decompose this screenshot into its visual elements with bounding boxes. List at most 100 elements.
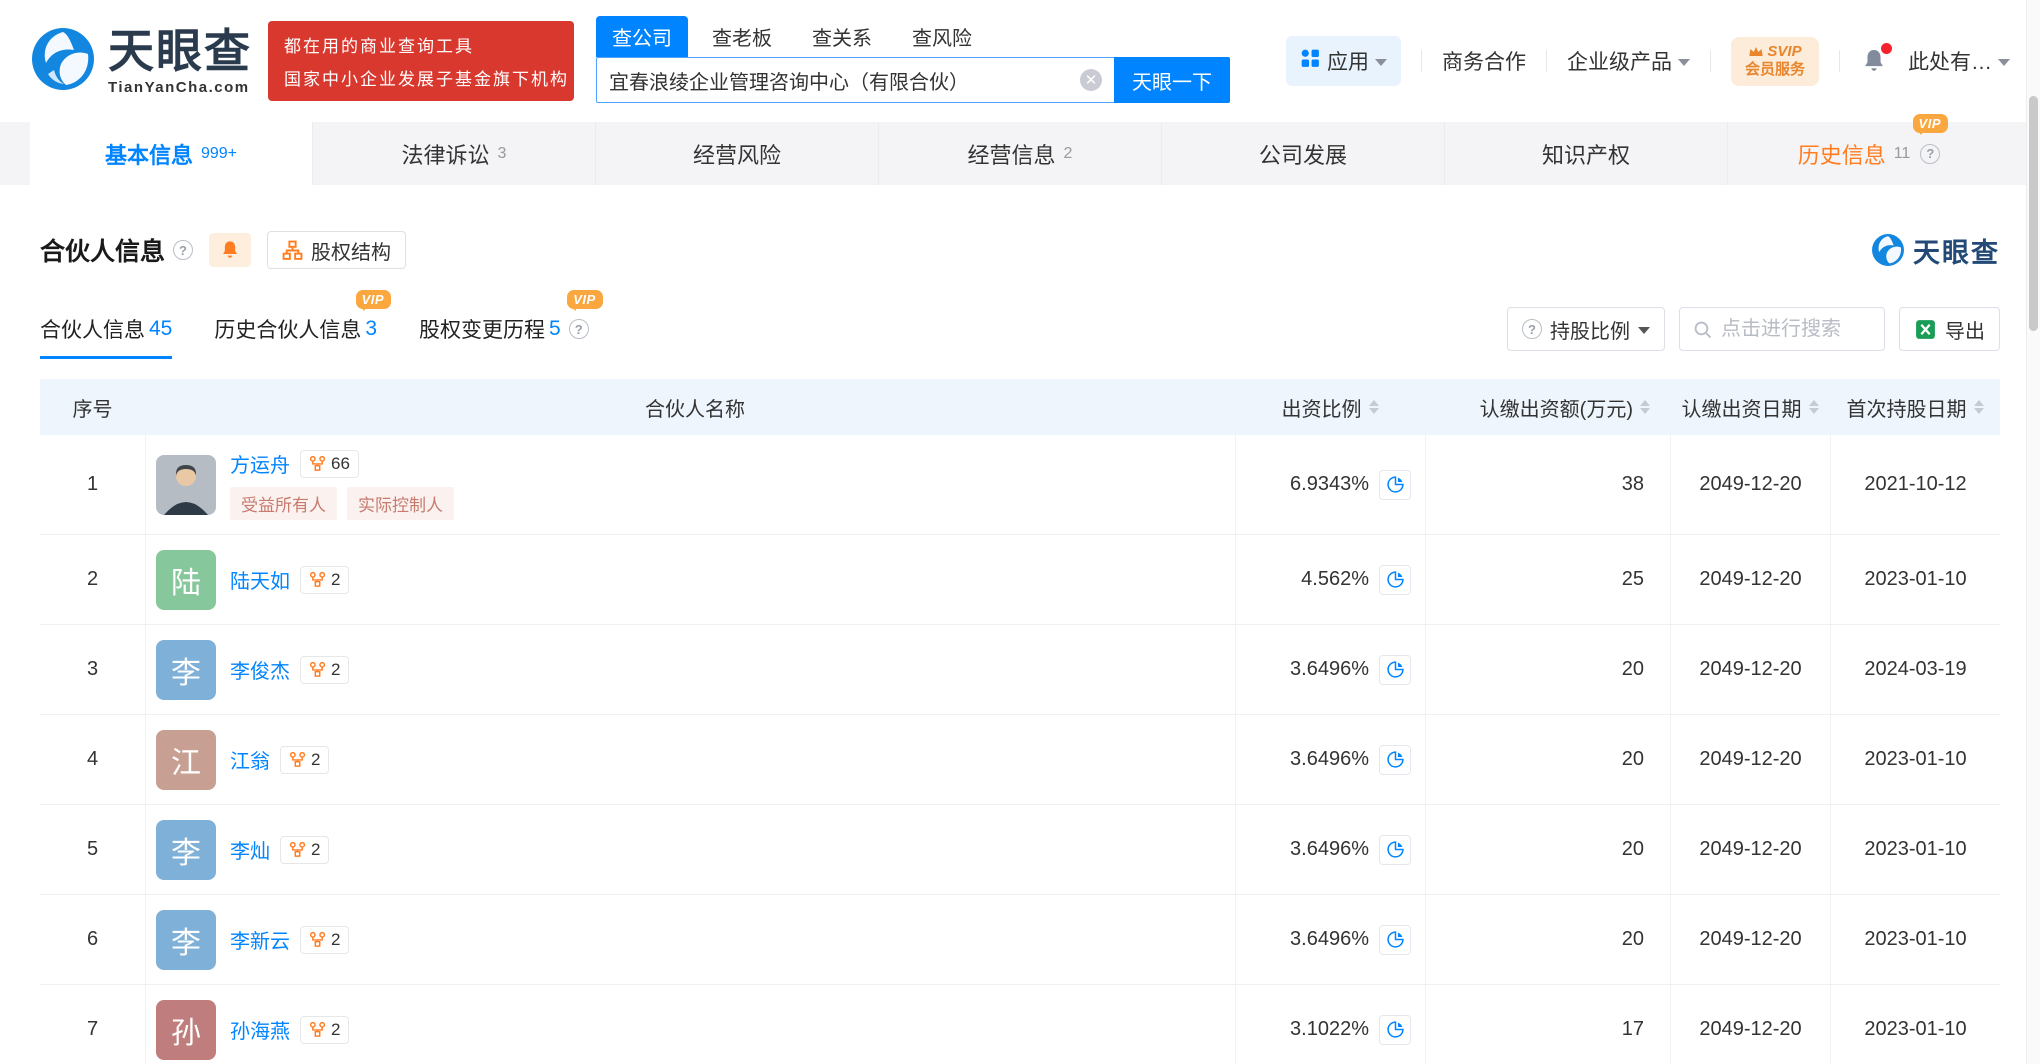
notification-bell[interactable] (1860, 43, 1892, 75)
ratio-value: 3.6496% (1290, 658, 1369, 680)
sort-icon[interactable] (1640, 400, 1650, 414)
partner-letter-avatar[interactable]: 李 (156, 909, 216, 970)
partner-name-link[interactable]: 李灿 (230, 835, 270, 864)
ratio-value: 4.562% (1301, 568, 1369, 590)
nav-tab-5[interactable]: 知识产权 (1444, 122, 1727, 185)
tianyancha-logo[interactable]: 天眼查 TianYanCha.com (30, 26, 252, 97)
pie-chart-button[interactable] (1379, 744, 1411, 775)
nav-tab-count: 2 (1063, 144, 1073, 162)
partner-letter-avatar[interactable]: 孙 (156, 999, 216, 1060)
apps-menu[interactable]: 应用 (1285, 36, 1401, 86)
pie-chart-button[interactable] (1379, 654, 1411, 685)
relation-count-badge[interactable]: 2 (280, 745, 330, 774)
partner-photo (156, 454, 216, 515)
ratio-value: 3.6496% (1290, 748, 1369, 770)
partner-name-link[interactable]: 李新云 (230, 925, 290, 954)
relation-count-badge[interactable]: 2 (280, 835, 330, 864)
partner-name-link[interactable]: 江翁 (230, 745, 270, 774)
nav-tab-1[interactable]: 法律诉讼 3 (312, 122, 595, 185)
search-button[interactable]: 天眼一下 (1114, 57, 1230, 103)
nav-tab-label: 经营风险 (692, 142, 781, 168)
subscribe-bell-button[interactable] (209, 233, 252, 267)
tianyancha-watermark-icon (1872, 234, 1904, 266)
business-cooperation-link[interactable]: 商务合作 (1442, 46, 1526, 76)
col-header-subscribe-date[interactable]: 认缴出资日期 (1670, 393, 1830, 422)
enterprise-products-menu[interactable]: 企业级产品 (1567, 46, 1690, 76)
partner-letter-avatar[interactable]: 李 (156, 819, 216, 880)
holding-ratio-filter[interactable]: ? 持股比例 (1507, 307, 1665, 351)
relation-count-badge[interactable]: 2 (300, 565, 350, 594)
col-header-first-date[interactable]: 首次持股日期 (1830, 393, 2000, 422)
search-tab-2[interactable]: 查关系 (796, 16, 888, 57)
pie-chart-button[interactable] (1379, 1014, 1411, 1045)
search-input[interactable] (609, 68, 1080, 92)
partner-name-link[interactable]: 方运舟 (230, 449, 290, 478)
partner-subtab-0[interactable]: 合伙人信息 45 (40, 314, 173, 359)
help-icon[interactable]: ? (1920, 143, 1941, 164)
table-row: 3 李李俊杰 2 3.6496% 20 2049-12-20 2024-03-19 (40, 625, 2000, 715)
sort-icon[interactable] (1368, 400, 1379, 414)
pie-chart-button[interactable] (1379, 924, 1411, 955)
partner-letter-avatar[interactable]: 李 (156, 639, 216, 700)
relation-count-badge[interactable]: 2 (300, 925, 350, 954)
subtab-label: 历史合伙人信息 (214, 319, 362, 342)
partner-letter-avatar[interactable]: 陆 (156, 549, 216, 610)
search-tab-0[interactable]: 查公司 (596, 16, 688, 57)
sort-icon[interactable] (1973, 400, 1984, 414)
apps-grid-icon (1300, 48, 1321, 75)
partner-letter-avatar[interactable]: 江 (156, 729, 216, 790)
nav-tab-3[interactable]: 经营信息 2 (878, 122, 1161, 185)
col-header-amount[interactable]: 认缴出资额(万元) (1425, 393, 1670, 422)
nav-tab-label: 历史信息 (1797, 142, 1886, 168)
col-header-ratio[interactable]: 出资比例 (1235, 393, 1425, 422)
scrollbar-track[interactable] (2026, 0, 2040, 1064)
partner-name-link[interactable]: 李俊杰 (230, 655, 290, 684)
table-search-input[interactable] (1721, 317, 1872, 341)
partner-subtab-2[interactable]: 股权变更历程 5 VIP? (419, 290, 603, 344)
pie-chart-icon (1386, 1021, 1404, 1038)
partner-name-link[interactable]: 孙海燕 (230, 1015, 290, 1044)
row-index: 4 (86, 748, 99, 770)
search-tabs: 查公司 查老板 查关系 查风险 (596, 16, 1230, 57)
relation-graph-icon (289, 751, 306, 767)
nav-tab-6[interactable]: 历史信息 11? VIP (1727, 114, 2010, 185)
promo-banner-line1: 都在用的商业查询工具 (284, 37, 474, 56)
search-row: ✕ 天眼一下 (596, 57, 1230, 103)
relation-count-badge[interactable]: 66 (300, 449, 359, 478)
chevron-down-icon (1374, 59, 1387, 66)
pie-chart-button[interactable] (1379, 834, 1411, 865)
partner-subtab-1[interactable]: 历史合伙人信息 3 VIP (214, 290, 392, 344)
user-account-menu[interactable]: 此处有… (1908, 46, 2010, 76)
tianyancha-watermark: 天眼查 (1871, 231, 2000, 270)
clear-search-icon[interactable]: ✕ (1080, 69, 1102, 91)
search-tab-1[interactable]: 查老板 (696, 16, 788, 57)
svip-member-badge[interactable]: SVIP 会员服务 (1730, 36, 1819, 86)
nav-tab-count: 999+ (200, 144, 238, 162)
relation-count-badge[interactable]: 2 (300, 655, 350, 684)
partner-photo-avatar[interactable] (156, 454, 216, 515)
search-tab-3[interactable]: 查风险 (896, 16, 988, 57)
relation-count: 2 (331, 569, 341, 589)
vip-badge: VIP (355, 290, 392, 311)
scrollbar-thumb[interactable] (2029, 96, 2038, 331)
pie-chart-button[interactable] (1379, 469, 1411, 500)
ratio-cell: 4.562% (1235, 535, 1425, 624)
amount-cell: 38 (1425, 435, 1670, 534)
nav-tab-label: 经营信息 (967, 142, 1056, 168)
table-search (1679, 307, 1885, 351)
subtab-count: 45 (149, 317, 173, 340)
help-icon[interactable]: ? (173, 240, 194, 260)
nav-tab-2[interactable]: 经营风险 (595, 122, 878, 185)
subscribe-date-cell: 2049-12-20 (1670, 435, 1830, 534)
help-icon[interactable]: ? (568, 319, 589, 339)
equity-structure-button[interactable]: 股权结构 (267, 231, 407, 269)
watermark-text: 天眼查 (1913, 237, 2000, 268)
pie-chart-button[interactable] (1379, 564, 1411, 595)
nav-tab-0[interactable]: 基本信息 999+ (30, 122, 312, 185)
relation-count-badge[interactable]: 2 (300, 1015, 350, 1044)
nav-tab-4[interactable]: 公司发展 (1161, 122, 1444, 185)
export-button[interactable]: 导出 (1899, 307, 2000, 351)
search-icon (1694, 321, 1712, 338)
sort-icon[interactable] (1808, 400, 1819, 414)
partner-name-link[interactable]: 陆天如 (230, 565, 290, 594)
